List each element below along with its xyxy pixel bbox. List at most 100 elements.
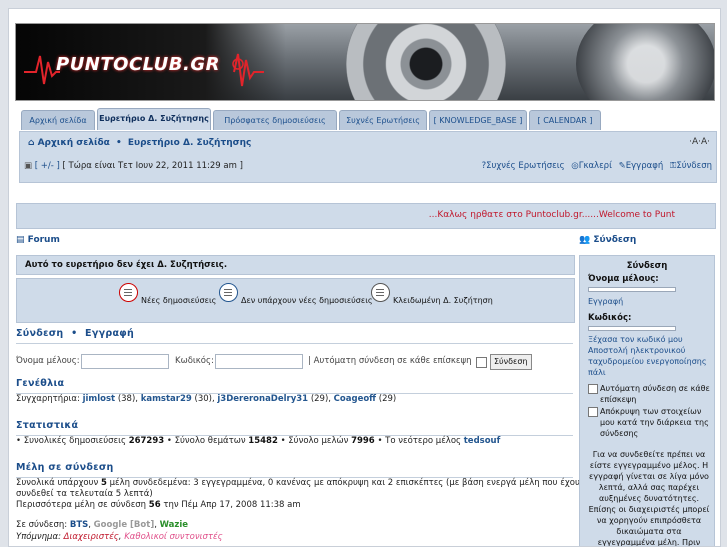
- birthday-age: (29),: [310, 394, 331, 404]
- new-posts-icon: [119, 283, 138, 302]
- current-time: [ Τώρα είναι Τετ Ιουν 22, 2011 11:29 am …: [62, 161, 243, 171]
- tab-home[interactable]: Αρχική σελίδα: [21, 110, 95, 130]
- record-text: Περισσότερα μέλη σε σύνδεση: [16, 500, 147, 510]
- tab-forum-index[interactable]: Ευρετήριο Δ. Συζήτησης: [97, 108, 211, 130]
- page-container: PUNTOCLUB.GR Αρχική σελίδα Ευρετήριο Δ. …: [8, 8, 721, 547]
- forum-link[interactable]: Forum: [28, 235, 60, 245]
- autologin-label: | Αυτόματη σύνδεση σε κάθε επίσκεψη: [308, 356, 472, 366]
- topic-icon-legend: Νέες δημοσιεύσεις Δεν υπάρχουν νέες δημο…: [16, 278, 575, 323]
- font-size-controls[interactable]: ·A·A·: [689, 137, 710, 147]
- time-bar: ▣ [ +/- ] [ Τώρα είναι Τετ Ιουν 22, 2011…: [24, 161, 243, 171]
- sidebar-autologin-label: Αυτόματη σύνδεση σε κάθε επίσκεψη: [600, 384, 710, 404]
- online-bot-link[interactable]: Google [Bot]: [94, 520, 155, 530]
- login-link[interactable]: Σύνδεση: [676, 161, 712, 171]
- legend-admins-link[interactable]: Διαχειριστές: [64, 532, 119, 542]
- divider: [16, 343, 573, 344]
- tab-faq[interactable]: Συχνές Ερωτήσεις: [339, 110, 427, 130]
- sidebar-autologin-checkbox[interactable]: [588, 384, 598, 394]
- sidebar-username-input[interactable]: [588, 287, 676, 292]
- sidebar-login-panel: Σύνδεση Όνομα μέλους: Εγγραφή Κωδικός: Ξ…: [579, 255, 715, 547]
- birthday-age: (38),: [117, 394, 138, 404]
- sidebar-info-text: Για να συνδεθείτε πρέπει να είστε εγγεγρ…: [588, 450, 710, 547]
- tab-recent-posts[interactable]: Πρόσφατες δημοσιεύσεις: [213, 110, 337, 130]
- birthday-user[interactable]: Coageoff: [334, 394, 376, 404]
- birthday-user[interactable]: j3DereronaDelry31: [217, 394, 308, 404]
- forgot-password-link[interactable]: Ξέχασα τον κωδικό μου: [588, 334, 710, 345]
- banner-turbo-image: [346, 24, 506, 100]
- sidebar-hide-status-label: Απόκρυψη των στοιχείων μου κατά την διάρ…: [600, 407, 709, 438]
- stats-line: • Συνολικές δημοσιεύσεις 267293 • Σύνολο…: [16, 436, 500, 446]
- announcement-marquee: ...Καλως ηρθατε στο Puntoclub.gr......We…: [428, 210, 675, 220]
- stats-topics-label: • Σύνολο θεμάτων: [166, 436, 246, 446]
- login-title-sep: •: [71, 328, 78, 339]
- sidebar-password-input[interactable]: [588, 326, 676, 331]
- tab-calendar[interactable]: [ CALENDAR ]: [529, 110, 601, 130]
- stats-posts-label: • Συνολικές δημοσιεύσεις: [16, 436, 126, 446]
- birthdays-prefix: Συγχαρητήρια:: [16, 394, 80, 404]
- online-legend-line: Υπόμνημα: Διαχειριστές, Καθολικοί συντον…: [16, 532, 223, 542]
- nav-bar: ⌂ Αρχική σελίδα • Ευρετήριο Δ. Συζήτησης…: [19, 131, 717, 183]
- stats-topics-value: 15482: [248, 436, 278, 446]
- sidebar-login-link[interactable]: 👥 Σύνδεση: [579, 235, 636, 245]
- record-count: 56: [148, 500, 161, 510]
- online-user-link[interactable]: BTS: [70, 520, 88, 530]
- birthday-age: (30),: [194, 394, 215, 404]
- online-record-line: Περισσότερα μέλη σε σύνδεση 56 την Πέμ Α…: [16, 500, 301, 510]
- stats-newest-label: • Το νεότερο μέλος: [377, 436, 462, 446]
- site-banner[interactable]: PUNTOCLUB.GR: [15, 23, 715, 101]
- tab-knowledge-base[interactable]: [ KNOWLEDGE_BASE ]: [429, 110, 527, 130]
- autologin-checkbox[interactable]: [476, 357, 487, 368]
- sidebar-login-text[interactable]: Σύνδεση: [593, 235, 636, 245]
- stats-posts-value: 267293: [128, 436, 165, 446]
- sidebar-password-label: Κωδικός:: [588, 313, 632, 323]
- users-icon: 👥: [579, 235, 591, 245]
- username-input[interactable]: [81, 354, 169, 369]
- stats-title: Στατιστικά: [16, 420, 79, 431]
- birthday-user[interactable]: kamstar29: [141, 394, 192, 404]
- register-title-link[interactable]: Εγγραφή: [85, 328, 134, 339]
- quick-login-form: Όνομα μέλους: Κωδικός: | Αυτόματη σύνδεσ…: [16, 353, 573, 373]
- sidebar-register-link[interactable]: Εγγραφή: [588, 296, 710, 307]
- quick-links: ?Συχνές Ερωτήσεις ◎Γκαλερί ✎Εγγραφή ⚿Σύν…: [478, 161, 712, 171]
- online-text: Συνολικά υπάρχουν: [16, 478, 99, 488]
- legend-new-posts-label: Νέες δημοσιεύσεις: [141, 296, 217, 305]
- no-new-posts-icon: [219, 283, 238, 302]
- breadcrumb: ⌂ Αρχική σελίδα • Ευρετήριο Δ. Συζήτησης: [28, 138, 251, 148]
- forum-breadcrumb[interactable]: ▤ Forum: [16, 235, 60, 245]
- breadcrumb-home[interactable]: Αρχική σελίδα: [38, 138, 110, 148]
- notice-text: Αυτό το ευρετήριο δεν έχει Δ. Συζητήσεις…: [25, 260, 228, 270]
- announcement-bar: ...Καλως ηρθατε στο Puntoclub.gr......We…: [16, 203, 716, 229]
- resend-activation-link[interactable]: Αποστολή ηλεκτρονικού ταχυδρομείου ενεργ…: [588, 345, 710, 378]
- online-user-link[interactable]: Wazie: [160, 520, 188, 530]
- newest-member-link[interactable]: tedsouf: [464, 436, 501, 446]
- stats-members-value: 7996: [351, 436, 375, 446]
- gallery-link[interactable]: Γκαλερί: [579, 161, 612, 171]
- online-title: Μέλη σε σύνδεση: [16, 462, 114, 473]
- login-title-link[interactable]: Σύνδεση: [16, 328, 63, 339]
- online-users-label: Σε σύνδεση:: [16, 520, 68, 530]
- birthday-user[interactable]: jimlost: [83, 394, 116, 404]
- expand-toggle[interactable]: [ +/- ]: [35, 161, 60, 171]
- login-section-title: Σύνδεση • Εγγραφή: [16, 328, 134, 339]
- password-input[interactable]: [215, 354, 303, 369]
- login-submit-button[interactable]: Σύνδεση: [490, 354, 532, 370]
- online-line-1: Συνολικά υπάρχουν 5 μέλη συνδεδεμένα: 3 …: [16, 478, 585, 488]
- sidebar-username-label: Όνομα μέλους:: [588, 274, 659, 284]
- faq-link[interactable]: Συχνές Ερωτήσεις: [486, 161, 564, 171]
- locked-topic-icon: [371, 283, 390, 302]
- home-icon[interactable]: ⌂: [28, 138, 34, 148]
- online-legend-label: Υπόμνημα:: [16, 532, 61, 542]
- sidebar-hide-status-checkbox[interactable]: [588, 407, 598, 417]
- username-label: Όνομα μέλους:: [16, 356, 80, 366]
- breadcrumb-separator: •: [115, 138, 122, 148]
- password-label: Κωδικός:: [175, 356, 214, 366]
- birthday-age: (29): [378, 394, 397, 404]
- breadcrumb-index[interactable]: Ευρετήριο Δ. Συζήτησης: [128, 138, 251, 148]
- legend-mods-link[interactable]: Καθολικοί συντονιστές: [124, 532, 222, 542]
- sidebar-title: Σύνδεση: [626, 261, 668, 271]
- record-text: την Πέμ Απρ 17, 2008 11:38 am: [163, 500, 301, 510]
- register-link[interactable]: Εγγραφή: [626, 161, 663, 171]
- legend-no-new-posts-label: Δεν υπάρχουν νέες δημοσιεύσεις: [241, 296, 373, 305]
- forum-icon: ▤: [16, 235, 25, 245]
- banner-turbo-image-2: [576, 24, 714, 100]
